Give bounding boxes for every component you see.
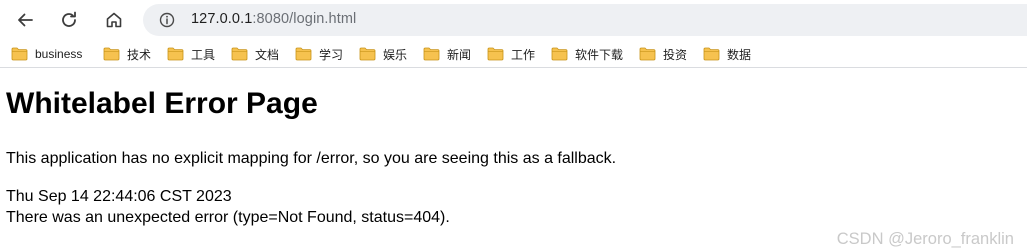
page-content: Whitelabel Error Page This application h… — [0, 68, 1027, 251]
bookmark-folder-docs[interactable]: 文档 — [231, 45, 279, 63]
bookmark-label: 工作 — [511, 47, 536, 62]
info-icon[interactable] — [159, 12, 175, 28]
bookmark-folder-data[interactable]: 数据 — [703, 45, 751, 63]
error-timestamp: Thu Sep 14 22:44:06 CST 2023 — [6, 188, 232, 205]
reload-button[interactable] — [55, 6, 83, 34]
bookmarks-bar: business 技术 工具 文档 学习 娱乐 新闻 工作 软件下载 投资 数据 — [0, 40, 1027, 68]
watermark: CSDN @Jeroro_franklin — [836, 230, 1014, 248]
bookmark-label: 工具 — [191, 47, 216, 62]
page-title: Whitelabel Error Page — [6, 87, 318, 120]
folder-icon — [167, 47, 184, 61]
error-details: There was an unexpected error (type=Not … — [6, 209, 450, 226]
url-path: :8080/login.html — [252, 11, 357, 27]
bookmark-folder-business[interactable]: business — [11, 45, 82, 63]
reload-icon — [62, 11, 76, 27]
bookmark-label: 技术 — [127, 47, 152, 62]
url-text[interactable]: 127.0.0.1:8080/login.html — [191, 11, 356, 27]
browser-toolbar: 127.0.0.1:8080/login.html — [0, 0, 1027, 40]
bookmark-label: business — [35, 47, 83, 61]
bookmark-label: 娱乐 — [383, 47, 408, 62]
url-host: 127.0.0.1 — [191, 11, 253, 27]
bookmark-folder-entertainment[interactable]: 娱乐 — [359, 45, 407, 63]
bookmark-label: 学习 — [319, 47, 344, 62]
bookmark-folder-tools[interactable]: 工具 — [167, 45, 215, 63]
folder-icon — [103, 47, 120, 61]
bookmark-folder-tech[interactable]: 技术 — [103, 45, 151, 63]
folder-icon — [703, 47, 720, 61]
bookmark-folder-investment[interactable]: 投资 — [639, 45, 687, 63]
bookmark-folder-study[interactable]: 学习 — [295, 45, 343, 63]
folder-icon — [295, 47, 312, 61]
bookmark-folder-software-download[interactable]: 软件下载 — [551, 45, 623, 63]
bookmark-label: 文档 — [255, 47, 280, 62]
bookmark-folder-news[interactable]: 新闻 — [423, 45, 471, 63]
bookmark-label: 软件下载 — [575, 47, 624, 62]
address-bar[interactable]: 127.0.0.1:8080/login.html — [143, 4, 1027, 36]
folder-icon — [359, 47, 376, 61]
bookmark-label: 投资 — [663, 47, 688, 62]
folder-icon — [423, 47, 440, 61]
bookmark-label: 数据 — [727, 47, 752, 62]
back-arrow-icon — [18, 13, 33, 27]
back-button[interactable] — [11, 6, 39, 34]
home-button[interactable] — [100, 6, 128, 34]
home-icon — [106, 12, 122, 28]
error-message: This application has no explicit mapping… — [6, 150, 617, 167]
folder-icon — [551, 47, 568, 61]
folder-icon — [639, 47, 656, 61]
folder-icon — [231, 47, 248, 61]
folder-icon — [487, 47, 504, 61]
bookmark-label: 新闻 — [447, 47, 472, 62]
bookmark-folder-work[interactable]: 工作 — [487, 45, 535, 63]
folder-icon — [11, 47, 28, 61]
